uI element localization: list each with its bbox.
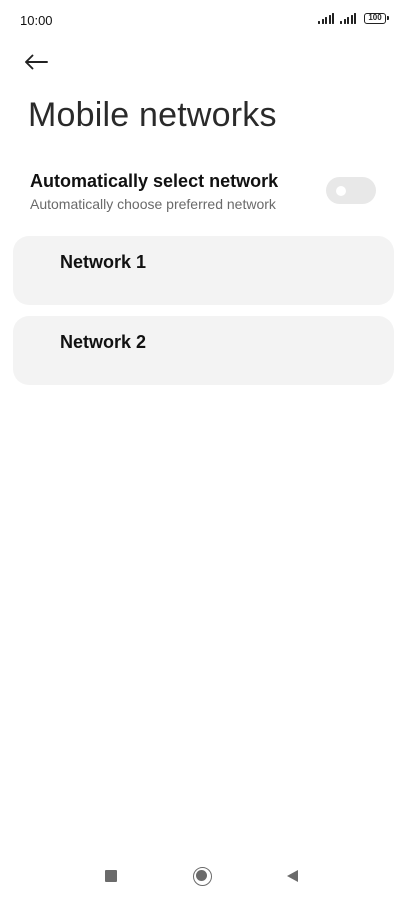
network-item[interactable]: Network 2 <box>13 316 394 385</box>
home-circle-icon[interactable] <box>193 867 212 886</box>
auto-select-title: Automatically select network <box>30 171 279 191</box>
status-time: 10:00 <box>20 13 53 28</box>
network-label: Network 1 <box>60 252 147 272</box>
network-item[interactable]: Network 1 <box>13 236 394 305</box>
auto-select-subtitle: Automatically choose preferred network <box>30 196 276 212</box>
recents-square-icon[interactable] <box>105 870 117 882</box>
auto-select-toggle[interactable] <box>326 177 376 204</box>
toggle-knob <box>336 185 346 196</box>
auto-select-network-row[interactable]: Automatically select network Automatical… <box>30 168 380 220</box>
back-triangle-icon[interactable] <box>287 870 298 882</box>
battery-icon: 100 <box>364 12 389 24</box>
signal-strength-icon <box>340 12 356 24</box>
status-bar: 10:00 100 <box>0 0 406 40</box>
arrow-left-icon <box>25 54 48 70</box>
battery-level: 100 <box>368 12 382 22</box>
network-label: Network 2 <box>60 332 147 352</box>
signal-strength-icon <box>318 12 334 24</box>
navigation-bar <box>0 850 406 902</box>
back-button[interactable] <box>24 46 64 78</box>
page-title: Mobile networks <box>28 96 277 134</box>
status-icons: 100 <box>318 12 389 24</box>
